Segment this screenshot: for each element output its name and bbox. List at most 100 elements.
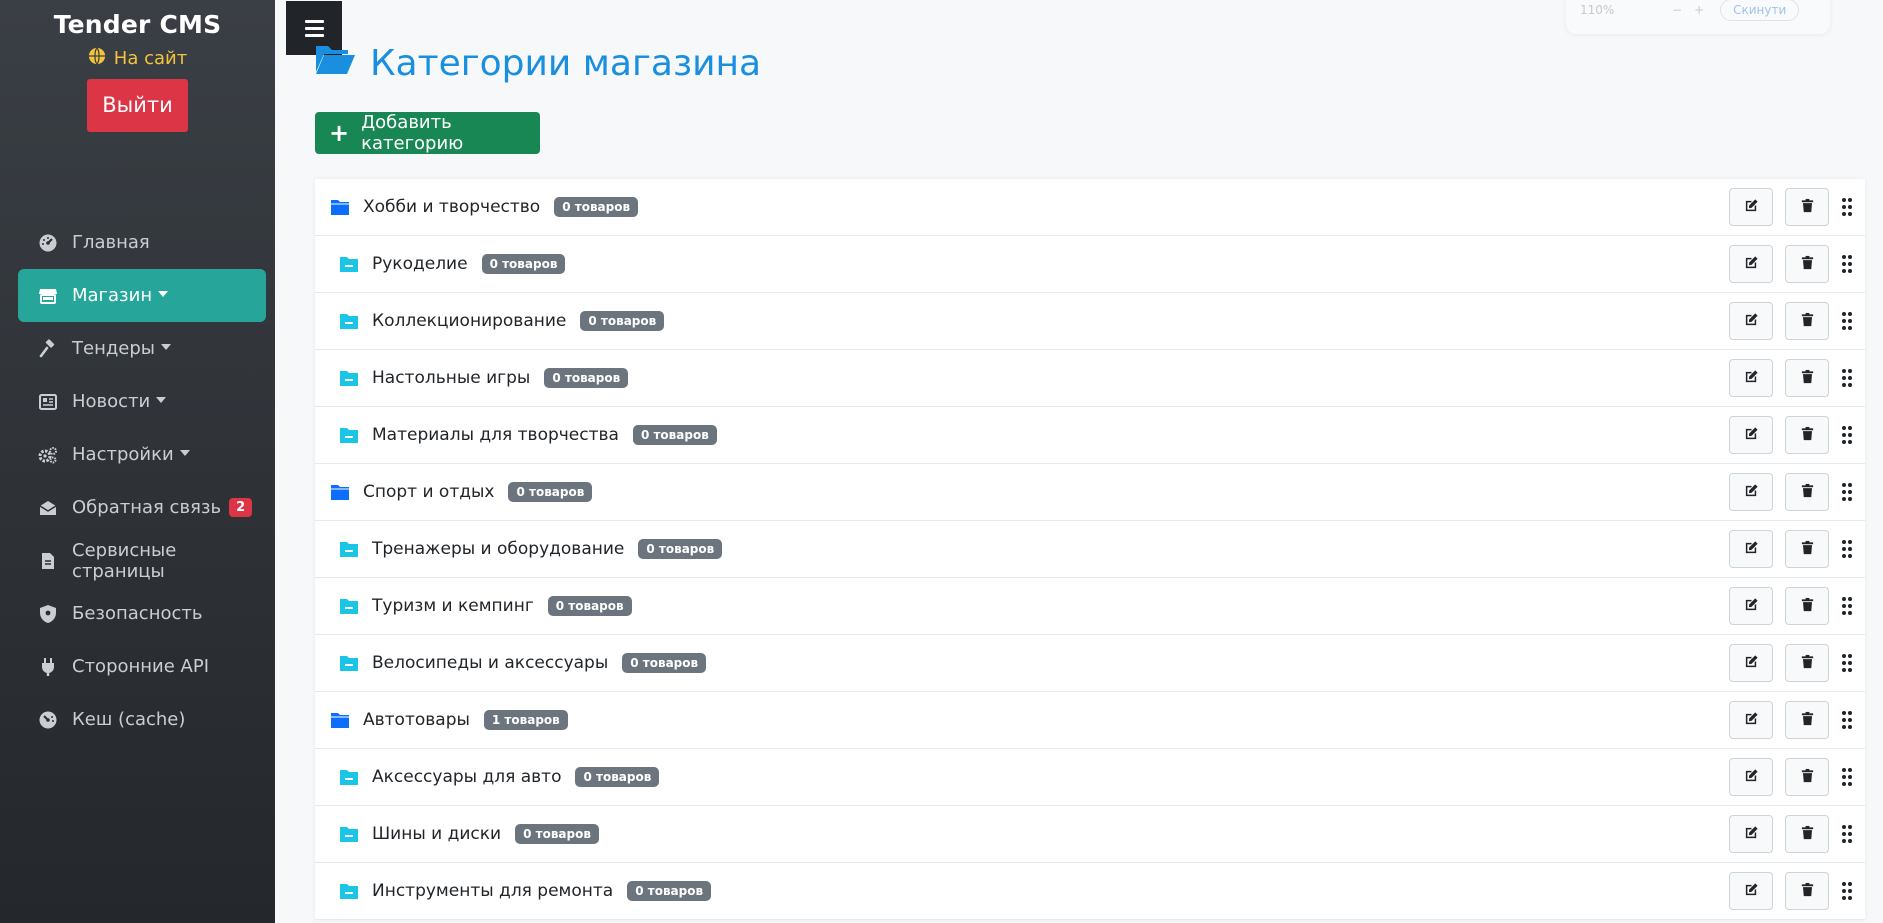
drag-handle[interactable] <box>1841 881 1853 901</box>
edit-icon <box>1744 255 1759 274</box>
folder-icon <box>339 654 359 672</box>
hamburger-icon-line <box>304 33 324 37</box>
row-actions <box>1729 872 1853 910</box>
category-row: Коллекционирование 0 товаров <box>315 293 1865 350</box>
edit-button[interactable] <box>1729 701 1773 739</box>
delete-button[interactable] <box>1785 701 1829 739</box>
delete-button[interactable] <box>1785 644 1829 682</box>
edit-button[interactable] <box>1729 416 1773 454</box>
sidebar-item-settings[interactable]: Настройки <box>18 428 266 481</box>
delete-button[interactable] <box>1785 587 1829 625</box>
site-link[interactable]: На сайт <box>88 47 187 70</box>
sidebar-item-label: Сервисные страницы <box>72 539 177 582</box>
product-count-badge: 0 товаров <box>580 311 665 331</box>
drag-handle[interactable] <box>1841 425 1853 445</box>
folder-icon <box>339 882 359 900</box>
edit-button[interactable] <box>1729 644 1773 682</box>
sidebar-item-security[interactable]: Безопасность <box>18 587 266 640</box>
grip-vertical-icon <box>1841 653 1853 673</box>
edit-button[interactable] <box>1729 188 1773 226</box>
drag-handle[interactable] <box>1841 596 1853 616</box>
drag-handle[interactable] <box>1841 197 1853 217</box>
drag-handle[interactable] <box>1841 710 1853 730</box>
row-actions <box>1729 758 1853 796</box>
delete-button[interactable] <box>1785 245 1829 283</box>
sidebar-item-service-pages[interactable]: Сервисные страницы <box>18 534 266 587</box>
trash-icon <box>1800 426 1815 445</box>
edit-button[interactable] <box>1729 473 1773 511</box>
sidebar-item-home[interactable]: Главная <box>18 216 266 269</box>
category-row: Хобби и творчество 0 товаров <box>315 179 1865 236</box>
edit-button[interactable] <box>1729 872 1773 910</box>
category-row: Рукоделие 0 товаров <box>315 236 1865 293</box>
zoom-in-button[interactable]: + <box>1694 3 1704 17</box>
trash-icon <box>1800 483 1815 502</box>
sidebar-item-api[interactable]: Сторонние API <box>18 640 266 693</box>
delete-button[interactable] <box>1785 530 1829 568</box>
delete-button[interactable] <box>1785 188 1829 226</box>
add-category-button[interactable]: + Добавить категорию <box>315 112 540 154</box>
sidebar-item-label: Магазин <box>72 285 153 306</box>
category-row: Настольные игры 0 товаров <box>315 350 1865 407</box>
sidebar-item-label: Настройки <box>72 444 174 465</box>
drag-handle[interactable] <box>1841 653 1853 673</box>
drag-handle[interactable] <box>1841 767 1853 787</box>
edit-icon <box>1744 825 1759 844</box>
drag-handle[interactable] <box>1841 482 1853 502</box>
sidebar-item-feedback[interactable]: Обратная связь 2 <box>18 481 266 534</box>
row-actions <box>1729 245 1853 283</box>
drag-handle[interactable] <box>1841 254 1853 274</box>
grip-vertical-icon <box>1841 368 1853 388</box>
delete-button[interactable] <box>1785 416 1829 454</box>
edit-button[interactable] <box>1729 815 1773 853</box>
sidebar-item-news[interactable]: Новости <box>18 375 266 428</box>
drag-handle[interactable] <box>1841 311 1853 331</box>
sidebar-item-tenders[interactable]: Тендеры <box>18 322 266 375</box>
delete-button[interactable] <box>1785 359 1829 397</box>
sidebar-item-label: Тендеры <box>72 338 155 359</box>
logout-button[interactable]: Выйти <box>87 79 188 132</box>
gears-icon <box>38 445 58 465</box>
edit-button[interactable] <box>1729 302 1773 340</box>
sidebar-item-store[interactable]: Магазин <box>18 269 266 322</box>
delete-button[interactable] <box>1785 758 1829 796</box>
delete-button[interactable] <box>1785 473 1829 511</box>
trash-icon <box>1800 597 1815 616</box>
category-name: Хобби и творчество <box>363 197 541 217</box>
category-name: Шины и диски <box>372 824 502 844</box>
edit-button[interactable] <box>1729 587 1773 625</box>
sidebar-item-cache[interactable]: Кеш (cache) <box>18 693 266 746</box>
row-actions <box>1729 644 1853 682</box>
product-count-badge: 0 товаров <box>481 254 566 274</box>
file-icon <box>38 551 58 571</box>
category-name: Материалы для творчества <box>372 425 619 445</box>
folder-icon <box>339 312 359 330</box>
edit-button[interactable] <box>1729 245 1773 283</box>
folder-icon <box>339 825 359 843</box>
category-name: Туризм и кемпинг <box>372 596 534 616</box>
sidebar: Tender CMS На сайт Выйти Главная Магазин… <box>0 0 275 923</box>
zoom-reset-button[interactable]: Скинути <box>1720 0 1800 21</box>
trash-icon <box>1800 540 1815 559</box>
grip-vertical-icon <box>1841 197 1853 217</box>
grip-vertical-icon <box>1841 482 1853 502</box>
feedback-count-badge: 2 <box>229 498 253 517</box>
drag-handle[interactable] <box>1841 539 1853 559</box>
edit-button[interactable] <box>1729 758 1773 796</box>
delete-button[interactable] <box>1785 302 1829 340</box>
zoom-out-button[interactable]: − <box>1672 3 1682 17</box>
plug-icon <box>38 657 58 677</box>
drag-handle[interactable] <box>1841 368 1853 388</box>
delete-button[interactable] <box>1785 872 1829 910</box>
product-count-badge: 0 товаров <box>544 368 629 388</box>
zoom-widget: 110% − + Скинути <box>1566 0 1830 34</box>
edit-icon <box>1744 540 1759 559</box>
folder-icon <box>330 198 350 216</box>
chevron-down-icon <box>158 290 169 297</box>
edit-button[interactable] <box>1729 359 1773 397</box>
edit-button[interactable] <box>1729 530 1773 568</box>
product-count-badge: 0 товаров <box>575 767 660 787</box>
row-actions <box>1729 302 1853 340</box>
delete-button[interactable] <box>1785 815 1829 853</box>
drag-handle[interactable] <box>1841 824 1853 844</box>
